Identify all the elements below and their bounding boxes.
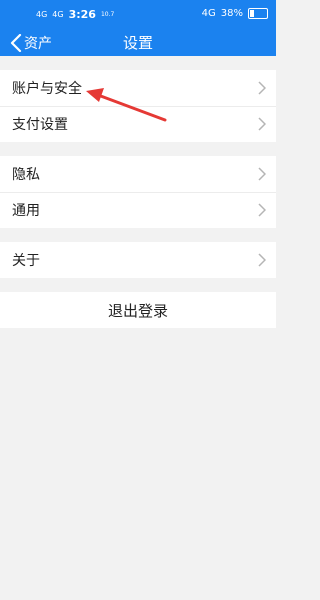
annotation-arrow-icon bbox=[86, 88, 167, 122]
